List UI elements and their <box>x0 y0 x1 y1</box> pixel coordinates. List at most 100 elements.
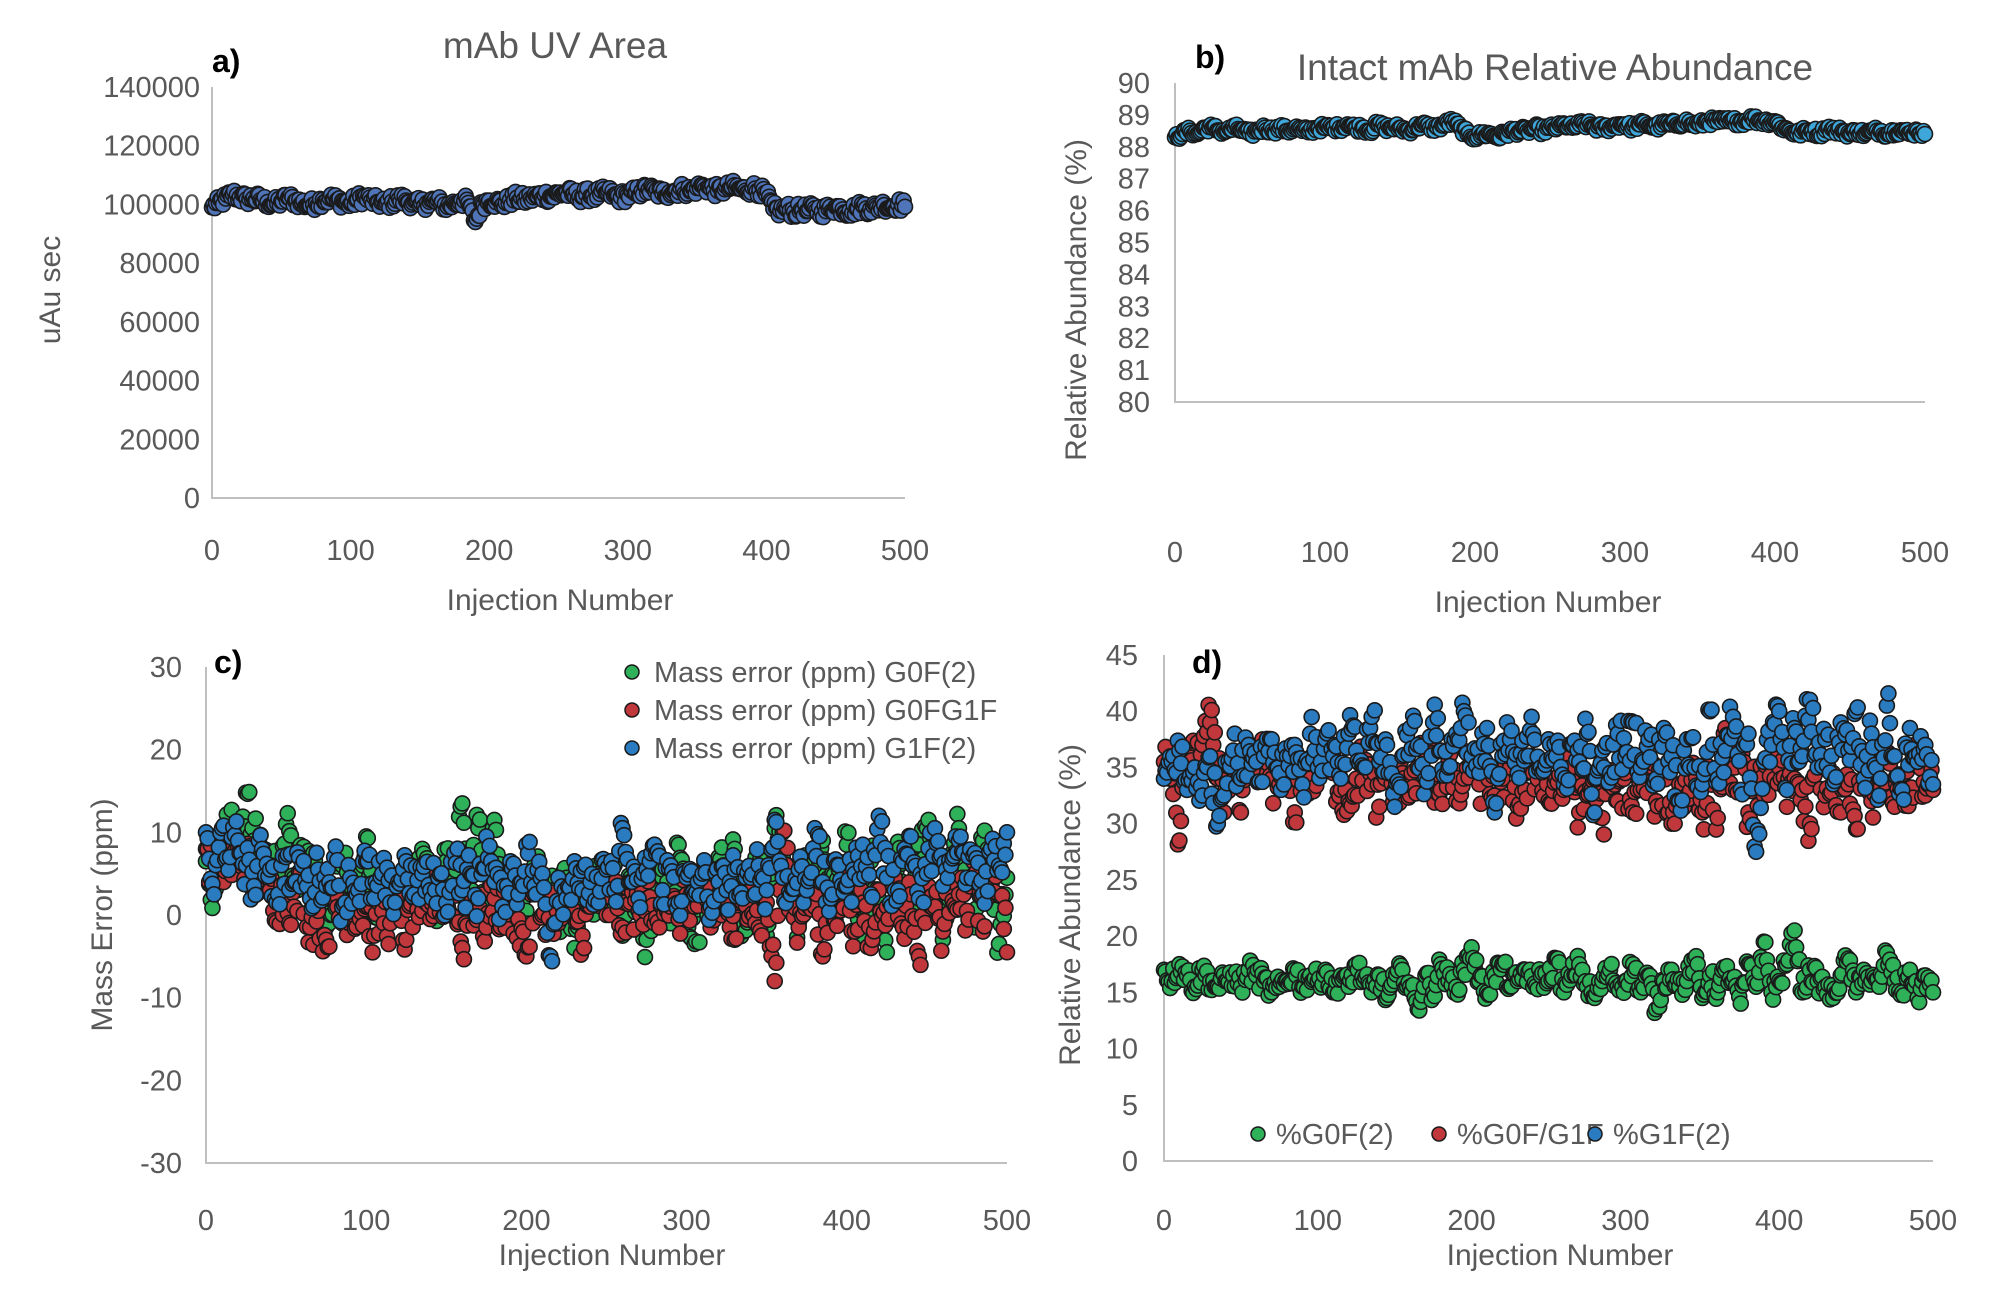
point-g1f-2 <box>1392 778 1410 796</box>
point-mass-error-ppm-g1f-2 <box>748 841 766 858</box>
point-mass-error-ppm-g1f-2 <box>768 813 785 831</box>
point-g0f-g1f <box>1287 814 1305 831</box>
point-mass-error-ppm-g1f-2 <box>902 828 920 845</box>
point-mass-error-ppm-g1f-2 <box>271 895 288 913</box>
panel-d-ylabel: Relative Abundance (%) <box>1054 744 1087 1066</box>
point-g0f-2 <box>1757 933 1774 951</box>
point-g1f-2 <box>1560 771 1577 789</box>
point-mass-error-ppm-g1f-2 <box>671 907 689 924</box>
point-g1f-2 <box>1923 751 1940 769</box>
point-g1f-2 <box>1747 843 1765 861</box>
y-tick-label: 15 <box>1106 977 1138 1009</box>
point-mass-error-ppm-g0fg1f <box>727 930 745 947</box>
point-g1f-2 <box>1580 723 1597 741</box>
point-mass-error-ppm-g1f-2 <box>993 864 1011 881</box>
point-g0f-g1f <box>1849 820 1866 838</box>
point-g0f-g1f <box>1171 832 1188 849</box>
point-mass-error-ppm-g0fg1f <box>364 944 381 961</box>
point-g0f-g1f <box>1569 819 1587 836</box>
point-g1f-2 <box>1730 752 1748 770</box>
panel-a-ylabel: uAu sec <box>34 236 67 344</box>
point-g0f-g1f <box>1627 805 1645 823</box>
point-mass-error-ppm-g0fg1f <box>380 935 397 953</box>
point-g0f-2 <box>1689 955 1706 973</box>
y-tick-label: 82 <box>1118 323 1150 355</box>
point-g0f-g1f <box>1203 701 1220 719</box>
x-tick-label: 200 <box>502 1205 550 1237</box>
legend-item-pct-g1f2: %G1F(2) <box>1587 1119 1731 1151</box>
panel-b-points <box>1166 108 1934 148</box>
point-mass-error-ppm-g0fg1f <box>844 937 862 955</box>
panel-b-label: b) <box>1195 39 1225 75</box>
point-g1f-2 <box>1753 780 1771 798</box>
point-mass-error-ppm-g1f-2 <box>543 952 561 970</box>
point-g1f-2 <box>1895 791 1913 808</box>
point-mass-error-ppm-g0f-2 <box>247 810 264 827</box>
point-g1f-2 <box>1804 699 1822 717</box>
point-g1f-2 <box>1750 825 1768 843</box>
point-mass-error-ppm-g0fg1f <box>998 943 1016 961</box>
point-mass-error-ppm-g1f-2 <box>607 893 625 911</box>
legend-label-g0f2: Mass error (ppm) G0F(2) <box>654 657 976 689</box>
panel-b-xticks: 0 100 200 300 400 500 <box>1167 537 1949 569</box>
point-g0f-g1f <box>1434 795 1451 813</box>
point-g1f-2 <box>1849 699 1866 716</box>
point-g1f-2 <box>1303 708 1320 726</box>
point-mass-error-ppm-g1f-2 <box>535 879 553 896</box>
point-mass-error-ppm-g1f-2 <box>952 828 969 845</box>
x-tick-label: 300 <box>604 535 652 567</box>
x-tick-label: 300 <box>1601 537 1649 569</box>
point-g1f-2 <box>1275 776 1293 793</box>
point-g1f-2 <box>1460 714 1477 731</box>
legend-label-g1f2: Mass error (ppm) G1F(2) <box>654 733 976 765</box>
point-mass-error-ppm-g1f-2 <box>915 894 932 911</box>
point-mass-error-ppm-g0fg1f <box>828 917 846 935</box>
panel-d-xlabel: Injection Number <box>1447 1239 1674 1272</box>
point-mass-error-ppm-g1f-2 <box>929 832 947 850</box>
point-g0f-2 <box>1773 974 1791 992</box>
legend-marker-g1f2 <box>624 740 640 756</box>
point-mab-uv-area <box>896 198 914 216</box>
y-tick-label: 86 <box>1118 196 1150 228</box>
y-tick-label: 20000 <box>119 424 200 456</box>
y-tick-label: 83 <box>1118 291 1150 323</box>
legend-marker-pct-g0f2 <box>1250 1126 1266 1142</box>
panel-a-points <box>203 172 914 231</box>
legend-item-g0fg1f: Mass error (ppm) G0FG1F <box>624 695 997 727</box>
point-g0f-g1f <box>1864 809 1882 826</box>
point-g0f-2 <box>1924 984 1942 1001</box>
point-g1f-2 <box>1295 789 1313 806</box>
y-tick-label: 120000 <box>103 131 200 163</box>
point-g1f-2 <box>1586 804 1603 821</box>
point-mass-error-ppm-g1f-2 <box>554 906 572 923</box>
point-mass-error-ppm-g1f-2 <box>998 824 1016 841</box>
point-mass-error-ppm-g0fg1f <box>521 938 538 956</box>
point-mass-error-ppm-g1f-2 <box>843 893 860 911</box>
point-mass-error-ppm-g0fg1f <box>997 899 1014 917</box>
point-g1f-2 <box>1490 765 1508 783</box>
point-mass-error-ppm-g0f-2 <box>949 805 966 823</box>
panel-a-title: mAb UV Area <box>443 25 668 66</box>
point-mass-error-ppm-g0fg1f <box>321 938 338 955</box>
point-mass-error-ppm-g1f-2 <box>604 859 622 877</box>
y-tick-label: 40 <box>1106 696 1138 728</box>
point-mass-error-ppm-g0f-2 <box>691 933 708 951</box>
y-tick-label: 35 <box>1106 752 1138 784</box>
y-tick-label: 0 <box>1122 1146 1138 1178</box>
x-tick-label: 200 <box>1447 1205 1495 1237</box>
legend-label-g0fg1f: Mass error (ppm) G0FG1F <box>654 695 997 727</box>
point-g1f-2 <box>1426 696 1443 713</box>
point-mass-error-ppm-g1f-2 <box>719 901 737 919</box>
panel-c: c) Mass Error (ppm) Injection Number -30… <box>86 644 1031 1272</box>
point-mass-error-ppm-g0fg1f <box>455 950 473 968</box>
point-mass-error-ppm-g0fg1f <box>764 936 782 953</box>
panel-c-label: c) <box>214 644 242 680</box>
point-mass-error-ppm-g0fg1f <box>282 916 300 934</box>
point-g1f-2 <box>1420 764 1437 782</box>
point-mass-error-ppm-g1f-2 <box>534 865 551 882</box>
y-tick-label: 81 <box>1118 355 1150 387</box>
point-mass-error-ppm-g1f-2 <box>468 907 486 925</box>
point-g1f-2 <box>1429 709 1447 727</box>
panel-c-yticks: -30 -20 -10 0 10 20 30 <box>140 652 182 1180</box>
point-g1f-2 <box>1441 757 1459 775</box>
